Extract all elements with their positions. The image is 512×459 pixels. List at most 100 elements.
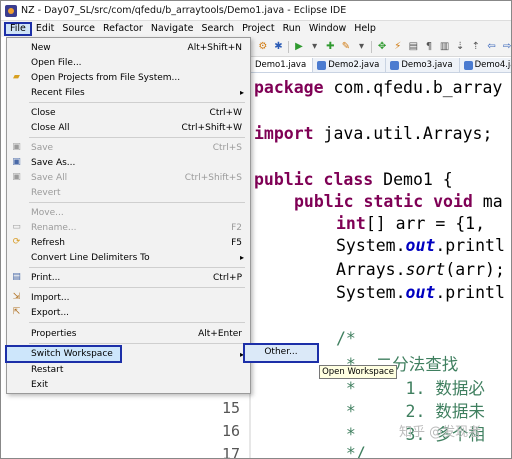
field-name: out xyxy=(405,236,436,255)
menu-refactor[interactable]: Refactor xyxy=(99,22,147,36)
save-as-icon: ▣ xyxy=(12,157,21,167)
refresh-icon: ⟳ xyxy=(12,237,21,247)
menu-window[interactable]: Window xyxy=(305,22,350,36)
keyword: package xyxy=(254,78,324,97)
menu-separator xyxy=(29,202,245,203)
menu-separator xyxy=(29,343,245,344)
code-text: com.qfedu.b_array xyxy=(323,78,503,97)
menu-item-close-all[interactable]: Close All Ctrl+Shift+W xyxy=(7,120,250,135)
menu-item-close[interactable]: Close Ctrl+W xyxy=(7,105,250,120)
save-icon: ▣ xyxy=(12,142,21,152)
line-number: 17 xyxy=(222,445,241,459)
tab-demo2[interactable]: Demo2.java xyxy=(313,58,387,72)
method-name: sort xyxy=(405,260,446,279)
comment-line: */ xyxy=(336,444,366,459)
tab-label: Demo2.java xyxy=(328,60,380,70)
show-whitespace-icon[interactable]: ¶ xyxy=(423,41,435,53)
new-java-project-icon[interactable]: ✚ xyxy=(324,41,336,53)
menu-item-restart[interactable]: Restart xyxy=(7,362,250,377)
tab-demo3[interactable]: Demo3.java xyxy=(386,58,460,72)
field-name: out xyxy=(405,283,436,302)
open-type-icon[interactable]: ✥ xyxy=(376,41,388,53)
run-icon[interactable]: ▶ xyxy=(293,41,305,53)
keyword: import xyxy=(254,124,314,143)
menu-item-save-all[interactable]: ▣ Save All Ctrl+Shift+S xyxy=(7,170,250,185)
tab-demo1[interactable]: Demo1.java xyxy=(251,58,314,72)
back-icon[interactable]: ⇦ xyxy=(486,41,498,53)
menu-item-open-projects[interactable]: ▰ Open Projects from File System... xyxy=(7,70,250,85)
menu-item-export[interactable]: ⇱ Export... xyxy=(7,305,250,320)
menu-item-rename[interactable]: ▭ Rename... F2 xyxy=(7,220,250,235)
block-selection-icon[interactable]: ▥ xyxy=(439,41,451,53)
dropdown-arrow-icon[interactable]: ▾ xyxy=(356,41,368,53)
eclipse-app-icon xyxy=(5,4,17,17)
menu-separator xyxy=(29,102,245,103)
menu-source[interactable]: Source xyxy=(58,22,99,36)
menu-item-revert[interactable]: Revert xyxy=(7,185,250,200)
menu-help[interactable]: Help xyxy=(350,22,380,36)
menu-search[interactable]: Search xyxy=(197,22,238,36)
code-line-class: public class Demo1 { xyxy=(254,170,453,189)
comment-line: /* xyxy=(336,329,356,348)
menu-item-new[interactable]: New Alt+Shift+N xyxy=(7,40,250,55)
code-line-main: public static void ma xyxy=(294,192,503,211)
menu-separator xyxy=(29,137,245,138)
next-annotation-icon[interactable]: ⇣ xyxy=(454,41,466,53)
menu-item-switch-workspace[interactable]: Switch Workspace xyxy=(5,345,122,363)
menu-item-exit[interactable]: Exit xyxy=(7,377,250,392)
code-text: System. xyxy=(336,283,406,302)
code-line-print2: System.out.printl xyxy=(336,283,505,302)
dropdown-arrow-icon[interactable]: ▾ xyxy=(309,41,321,53)
keyword: static xyxy=(363,192,424,211)
menu-run[interactable]: Run xyxy=(279,22,305,36)
rename-icon: ▭ xyxy=(12,222,21,232)
debug-icon[interactable]: ✱ xyxy=(273,41,285,53)
build-icon[interactable]: ⚙ xyxy=(257,41,269,53)
search-icon[interactable]: ⚡ xyxy=(392,41,404,53)
import-icon: ⇲ xyxy=(12,292,21,302)
menu-item-import[interactable]: ⇲ Import... xyxy=(7,290,250,305)
menu-item-print[interactable]: ▤ Print... Ctrl+P xyxy=(7,270,250,285)
menu-item-properties[interactable]: Properties Alt+Enter xyxy=(7,326,250,341)
export-icon: ⇱ xyxy=(12,307,21,317)
tooltip: Open Workspace xyxy=(319,365,397,379)
previous-annotation-icon[interactable]: ⇡ xyxy=(470,41,482,53)
code-editor[interactable]: 15 16 17 package com.qfedu.b_array impor… xyxy=(216,74,511,459)
keyword: void xyxy=(433,192,473,211)
menu-navigate[interactable]: Navigate xyxy=(147,22,198,36)
menu-project[interactable]: Project xyxy=(238,22,279,36)
keyword: public xyxy=(294,192,354,211)
switch-workspace-submenu: Other... xyxy=(243,343,319,363)
menu-item-other[interactable]: Other... xyxy=(245,347,317,357)
menu-file[interactable]: File xyxy=(4,22,32,36)
menu-item-move[interactable]: Move... xyxy=(7,205,250,220)
forward-icon[interactable]: ⇨ xyxy=(501,41,511,53)
tab-demo4[interactable]: Demo4.java xyxy=(460,58,511,72)
code-line-array: int[] arr = {1, xyxy=(336,214,495,233)
code-text: java.util.Arrays; xyxy=(313,124,493,143)
file-menu-dropdown: New Alt+Shift+N Open File... ▰ Open Proj… xyxy=(5,37,251,394)
code-text: ma xyxy=(472,192,503,211)
menu-item-open-file[interactable]: Open File... xyxy=(7,55,250,70)
java-file-icon xyxy=(317,60,327,70)
keyword: public xyxy=(254,170,314,189)
menu-item-refresh[interactable]: ⟳ Refresh F5 xyxy=(7,235,250,250)
folder-icon: ▰ xyxy=(13,72,20,82)
submenu-arrow-icon: ▸ xyxy=(239,88,244,97)
code-text: Arrays. xyxy=(336,260,406,279)
comment-line: * 2. 数据未 xyxy=(336,402,485,421)
menu-item-save[interactable]: ▣ Save Ctrl+S xyxy=(7,140,250,155)
watermark: 知乎 @发现者 xyxy=(399,425,482,440)
menu-item-recent-files[interactable]: Recent Files ▸ xyxy=(7,85,250,100)
line-number: 15 xyxy=(222,399,241,417)
toolbar-separator xyxy=(288,40,290,53)
menu-item-save-as[interactable]: ▣ Save As... xyxy=(7,155,250,170)
menu-edit[interactable]: Edit xyxy=(32,22,58,36)
keyword: class xyxy=(323,170,374,189)
menu-item-convert-line-delimiters[interactable]: Convert Line Delimiters To ▸ xyxy=(7,250,250,265)
keyword: int xyxy=(336,214,366,233)
eclipse-window: NZ - Day07_SL/src/com/qfedu/b_arraytools… xyxy=(0,0,512,459)
new-package-icon[interactable]: ✎ xyxy=(340,41,352,53)
toggle-mark-icon[interactable]: ▤ xyxy=(408,41,420,53)
print-icon: ▤ xyxy=(12,272,21,282)
